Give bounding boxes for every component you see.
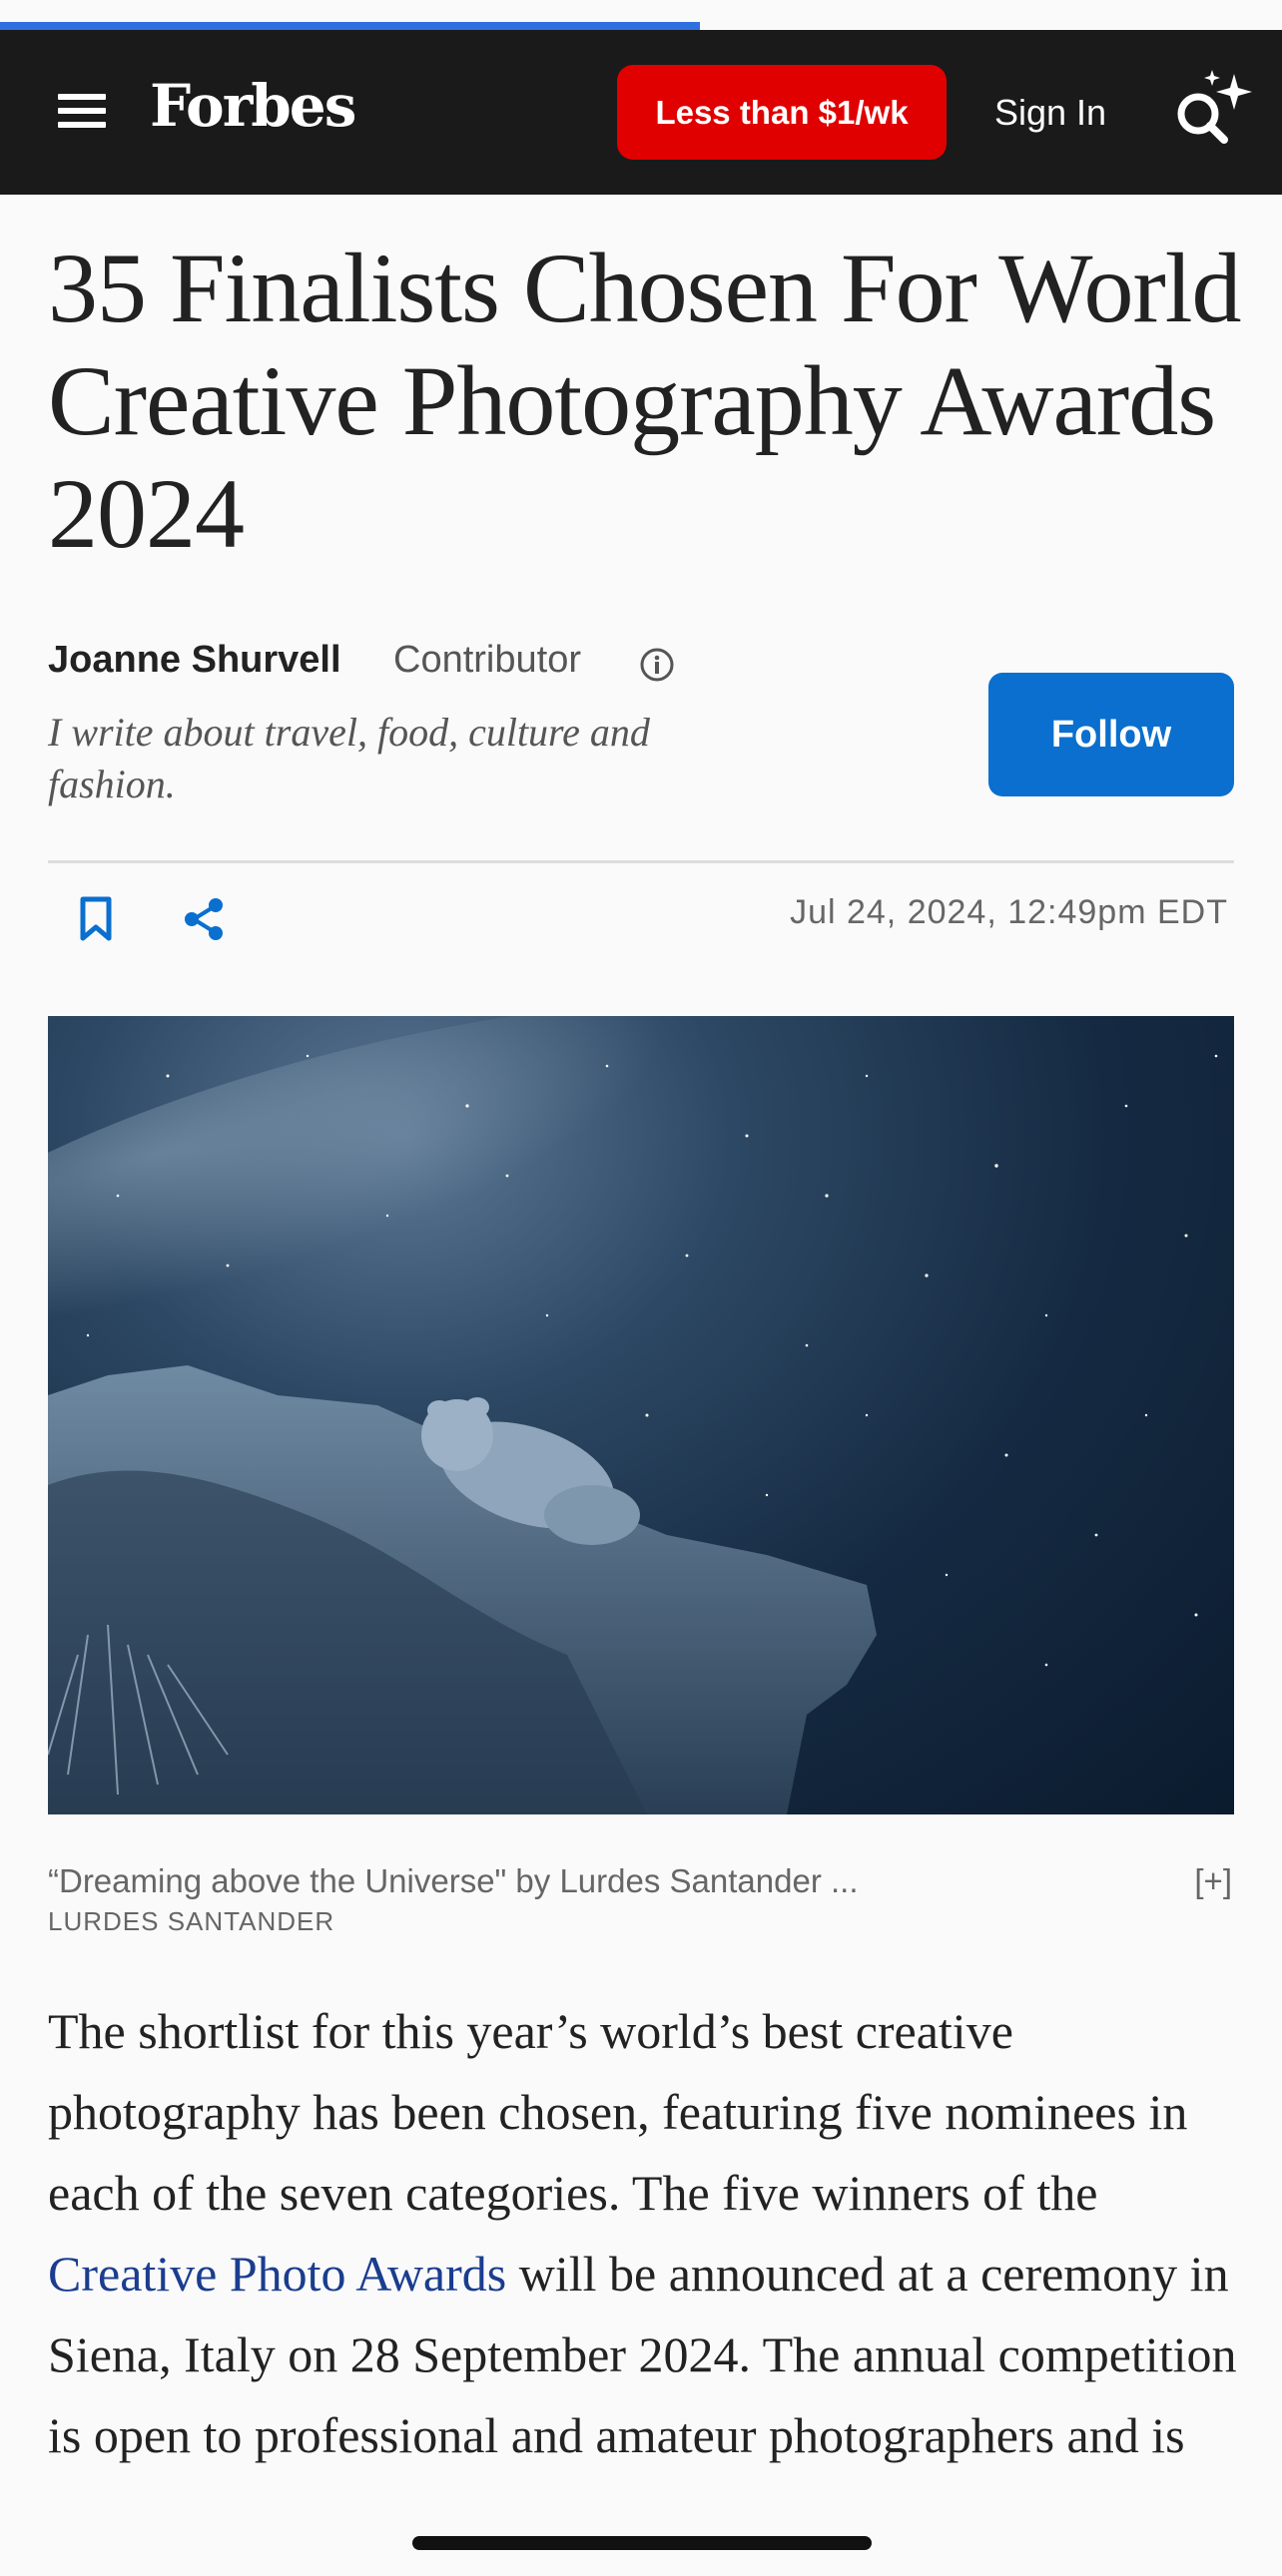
publish-date: Jul 24, 2024, 12:49pm EDT — [790, 893, 1228, 931]
home-indicator[interactable] — [412, 2536, 872, 2550]
search-sparkle-icon[interactable] — [1166, 64, 1256, 154]
bookmark-icon[interactable] — [78, 896, 114, 942]
creative-photo-awards-link[interactable]: Creative Photo Awards — [48, 2246, 506, 2302]
author-role: Contributor — [393, 639, 581, 681]
sign-in-link[interactable]: Sign In — [994, 92, 1106, 134]
image-credit: LURDES SANTANDER — [48, 1906, 335, 1936]
forbes-logo[interactable]: Forbes — [150, 72, 356, 140]
reading-progress-bar — [0, 22, 701, 30]
article-body-paragraph: The shortlist for this year’s world’s be… — [48, 1991, 1246, 2476]
hamburger-icon[interactable] — [58, 94, 106, 132]
article-title: 35 Finalists Chosen For World Creative P… — [48, 233, 1242, 569]
subscribe-button[interactable]: Less than $1/wk — [617, 65, 947, 160]
body-text-start: The shortlist for this year’s world’s be… — [48, 2003, 1188, 2221]
share-icon[interactable] — [182, 896, 226, 942]
info-icon[interactable] — [639, 647, 675, 683]
top-navigation-bar: Forbes Less than $1/wk Sign In — [0, 30, 1282, 195]
caption-expand-button[interactable]: [+] — [1194, 1862, 1232, 1900]
author-name[interactable]: Joanne Shurvell — [48, 639, 341, 682]
divider — [48, 860, 1234, 863]
hero-image[interactable] — [48, 1016, 1234, 1814]
author-bio: I write about travel, food, culture and … — [48, 710, 650, 806]
follow-button[interactable]: Follow — [988, 673, 1234, 796]
image-caption: “Dreaming above the Universe" by Lurdes … — [48, 1862, 859, 1899]
night-sky-bear-photo — [48, 1016, 1218, 1814]
reading-progress-track — [0, 0, 1282, 30]
